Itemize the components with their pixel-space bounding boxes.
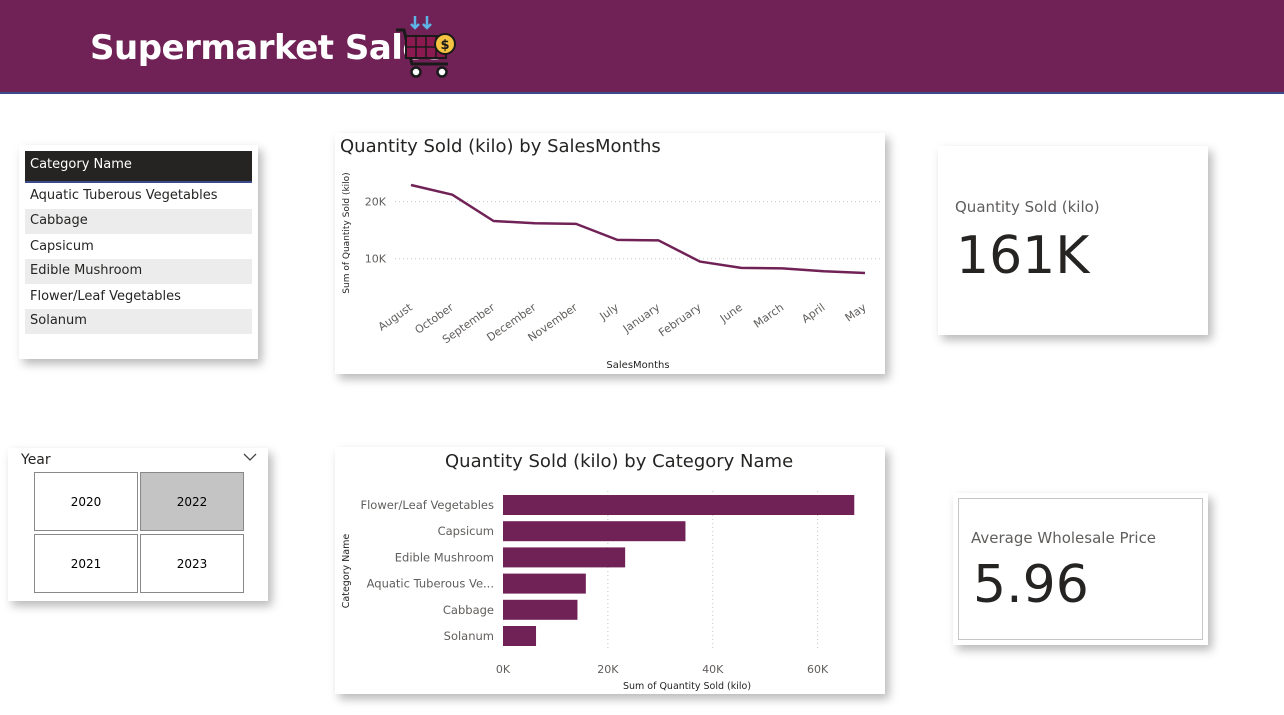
bar — [503, 573, 586, 594]
x-tick-label: July — [597, 301, 622, 324]
y-tick-label: 20K — [365, 196, 387, 209]
x-tick-label: January — [620, 301, 663, 336]
svg-text:$: $ — [440, 38, 449, 53]
y-tick-label: Flower/Leaf Vegetables — [360, 498, 494, 512]
category-slicer-header: Category Name — [25, 151, 252, 183]
shopping-cart-dollar-icon: $ — [396, 16, 456, 78]
quantity-kpi-card: Quantity Sold (kilo) 161K — [938, 146, 1208, 335]
y-tick-label: Capsicum — [438, 524, 494, 538]
y-tick-label: Aquatic Tuberous Ve... — [367, 577, 494, 591]
category-slicer-item[interactable]: Flower/Leaf Vegetables — [25, 285, 252, 310]
bar-chart-card: Quantity Sold (kilo) by Category Name 0K… — [335, 447, 885, 694]
year-button-2022[interactable]: 2022 — [140, 472, 244, 531]
chevron-down-icon[interactable] — [242, 450, 258, 464]
x-tick-label: 0K — [496, 663, 511, 676]
category-slicer: Category Name Aquatic Tuberous Vegetable… — [19, 145, 258, 359]
y-tick-label: 10K — [365, 253, 387, 266]
year-button-2023[interactable]: 2023 — [140, 534, 244, 593]
year-slicer-label: Year — [21, 452, 51, 468]
y-tick-label: Solanum — [444, 629, 494, 643]
category-slicer-item[interactable]: Aquatic Tuberous Vegetables — [25, 184, 252, 209]
x-axis-title: Sum of Quantity Sold (kilo) — [623, 681, 751, 692]
category-slicer-item[interactable]: Solanum — [25, 309, 252, 334]
x-tick-label: February — [656, 301, 704, 340]
bar — [503, 547, 626, 568]
x-tick-label: May — [843, 301, 869, 325]
bar-chart: 0K 20K 40K 60K Flower/Leaf Vegetables Capsicu… — [341, 491, 855, 692]
report-header: Supermarket Sales $ — [0, 0, 1284, 94]
y-tick-label: Edible Mushroom — [395, 550, 494, 564]
year-button-2021[interactable]: 2021 — [34, 534, 138, 593]
x-tick-label: June — [717, 301, 745, 326]
year-slicer: Year 2020 2022 2021 2023 — [8, 448, 268, 601]
line-chart-card: Quantity Sold (kilo) by SalesMonths 10K 2… — [335, 133, 885, 374]
bar — [503, 521, 686, 542]
x-axis-title: SalesMonths — [606, 360, 669, 371]
price-kpi-card: Average Wholesale Price 5.96 — [953, 493, 1208, 645]
bar — [503, 626, 537, 646]
year-button-2020[interactable]: 2020 — [34, 472, 138, 531]
y-axis-title: Category Name — [341, 534, 352, 609]
quantity-kpi-value: 161K — [956, 226, 1090, 286]
x-tick-label: August — [376, 300, 416, 333]
y-axis-title: Sum of Quantity Sold (kilo) — [342, 172, 352, 293]
x-tick-label: April — [799, 301, 827, 326]
quantity-kpi-label: Quantity Sold (kilo) — [955, 198, 1100, 216]
bar — [503, 599, 578, 620]
x-tick-label: 60K — [807, 663, 829, 676]
category-slicer-item[interactable]: Cabbage — [25, 209, 252, 234]
line-series-quantity — [410, 183, 866, 275]
bar — [503, 495, 855, 515]
price-kpi-label: Average Wholesale Price — [971, 529, 1157, 547]
y-tick-label: Cabbage — [443, 603, 494, 617]
x-tick-label: 20K — [597, 663, 619, 676]
category-slicer-item[interactable]: Capsicum — [25, 235, 252, 260]
x-tick-label: March — [751, 301, 786, 331]
line-chart: 10K20KAugustOctoberSeptemberDecemberNove… — [342, 172, 880, 371]
x-tick-label: 40K — [702, 663, 724, 676]
category-slicer-item[interactable]: Edible Mushroom — [25, 259, 252, 284]
price-kpi-value: 5.96 — [973, 555, 1089, 615]
